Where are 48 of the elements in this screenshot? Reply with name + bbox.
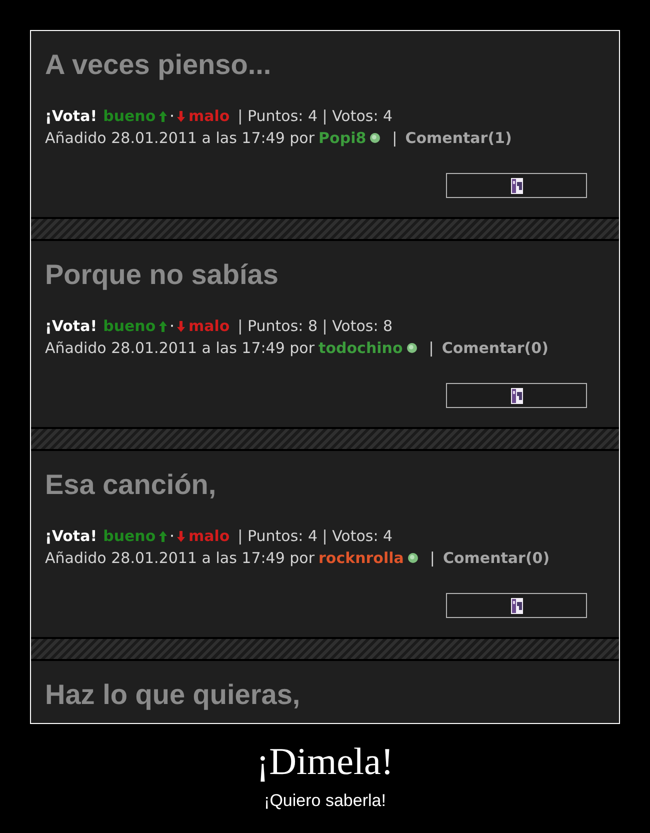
up-arrow-icon xyxy=(158,530,167,542)
vote-stats: | Puntos: 4 | Votos: 4 xyxy=(238,106,393,127)
downvote-link[interactable]: malo xyxy=(177,524,230,548)
down-arrow-icon xyxy=(177,110,186,122)
upvote-link[interactable]: bueno xyxy=(103,104,167,128)
dot-separator: · xyxy=(170,526,174,547)
image-icon xyxy=(510,388,522,404)
image-icon xyxy=(510,178,522,194)
comment-link[interactable]: Comentar(0) xyxy=(442,546,550,570)
vote-stats: | Puntos: 8 | Votos: 8 xyxy=(238,316,393,337)
up-arrow-icon xyxy=(158,320,167,332)
post-title[interactable]: Porque no sabías xyxy=(45,259,278,291)
pipe-separator: | xyxy=(430,548,435,569)
dot-separator: · xyxy=(170,106,174,127)
vote-label: ¡Vota! xyxy=(45,316,98,337)
status-dot-icon xyxy=(370,133,380,143)
dot-separator: · xyxy=(170,316,174,337)
added-info: Añadido 28.01.2011 a las 17:49 por xyxy=(45,548,315,569)
author-link[interactable]: rocknrolla xyxy=(318,546,404,570)
status-dot-icon xyxy=(406,343,417,353)
post-title[interactable]: A veces pienso... xyxy=(45,49,272,81)
up-arrow-icon xyxy=(158,110,167,122)
image-icon xyxy=(510,598,522,614)
post-title[interactable]: Esa canción, xyxy=(45,469,216,501)
vote-stats: | Puntos: 4 | Votos: 4 xyxy=(238,526,393,547)
upvote-link[interactable]: bueno xyxy=(103,524,167,548)
icon-button[interactable] xyxy=(446,593,587,618)
author-link[interactable]: todochino xyxy=(318,336,403,360)
icon-button[interactable] xyxy=(446,383,587,408)
caption-subtitle: ¡Quiero saberla! xyxy=(264,791,386,811)
down-arrow-icon xyxy=(177,530,186,542)
comment-link[interactable]: Comentar(0) xyxy=(442,336,548,360)
caption-title: ¡Dimela! xyxy=(256,740,394,784)
pipe-separator: | xyxy=(428,338,434,359)
icon-button[interactable] xyxy=(446,173,587,198)
status-dot-icon xyxy=(408,553,418,563)
down-arrow-icon xyxy=(177,320,186,332)
downvote-link[interactable]: malo xyxy=(177,104,230,128)
downvote-link[interactable]: malo xyxy=(177,314,230,338)
added-info: Añadido 28.01.2011 a las 17:49 por xyxy=(45,338,315,359)
vote-label: ¡Vota! xyxy=(45,106,98,127)
added-info: Añadido 28.01.2011 a las 17:49 por xyxy=(45,128,315,149)
comment-link[interactable]: Comentar(1) xyxy=(405,126,512,150)
vote-label: ¡Vota! xyxy=(45,526,98,547)
pipe-separator: | xyxy=(392,128,398,149)
author-link[interactable]: Popi8 xyxy=(318,126,366,150)
upvote-link[interactable]: bueno xyxy=(103,314,167,338)
post-title[interactable]: Haz lo que quieras, xyxy=(45,679,300,711)
